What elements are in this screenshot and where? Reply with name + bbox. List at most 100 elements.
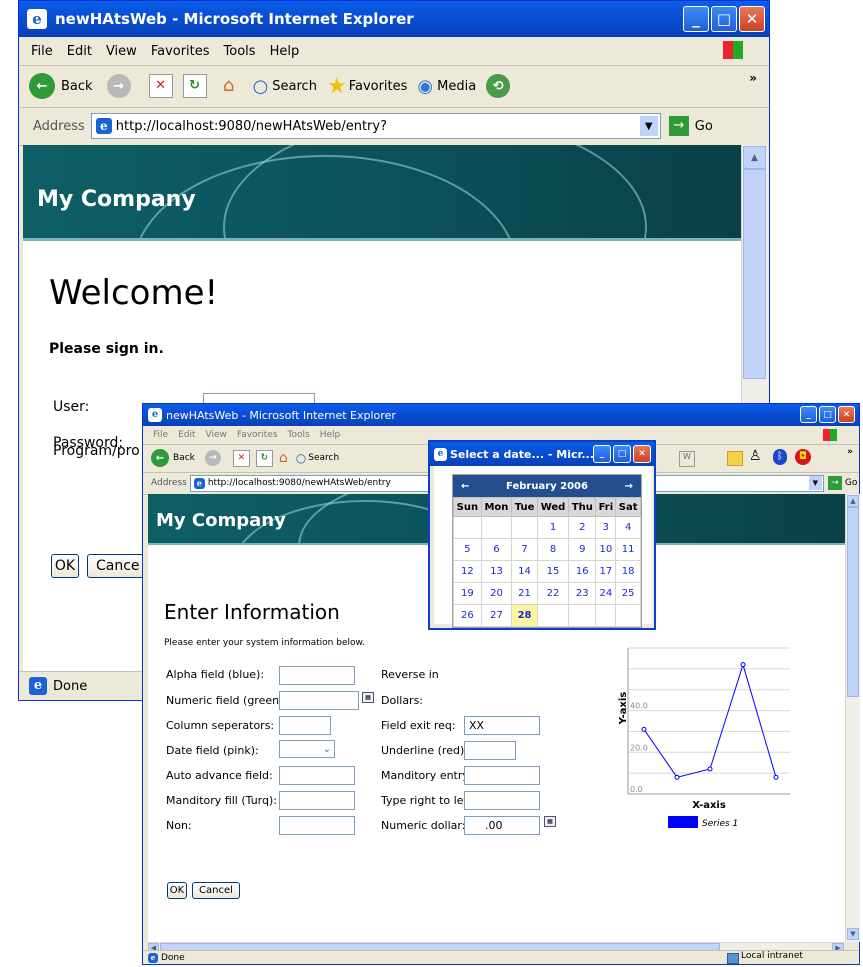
search-button[interactable]: Search bbox=[308, 453, 339, 463]
calendar-day[interactable]: 23 bbox=[568, 582, 597, 605]
minimize-button[interactable]: _ bbox=[593, 445, 611, 463]
calendar-day[interactable]: 8 bbox=[536, 538, 570, 561]
close-button[interactable]: ✕ bbox=[633, 445, 651, 463]
calendar-day[interactable]: 15 bbox=[536, 560, 570, 583]
refresh-icon[interactable]: ↻ bbox=[255, 449, 273, 467]
stop-icon[interactable]: ✕ bbox=[232, 449, 250, 467]
calendar-day[interactable]: 6 bbox=[480, 538, 513, 561]
scroll-thumb[interactable] bbox=[743, 169, 766, 379]
calendar-day[interactable]: 1 bbox=[536, 516, 570, 539]
field-exit-input[interactable]: XX bbox=[464, 716, 540, 735]
menu-tools[interactable]: Tools bbox=[288, 430, 310, 440]
calendar-day[interactable]: 12 bbox=[453, 560, 482, 583]
window-titlebar[interactable]: e newHAtsWeb - Microsoft Internet Explor… bbox=[143, 404, 859, 426]
menu-edit[interactable]: Edit bbox=[67, 44, 92, 59]
prev-month-button[interactable]: ← bbox=[461, 481, 469, 492]
scroll-down-button[interactable]: ▼ bbox=[847, 928, 859, 940]
ok-button[interactable]: OK bbox=[51, 554, 79, 578]
calendar-day[interactable]: 11 bbox=[615, 538, 641, 561]
calendar-day[interactable]: 27 bbox=[480, 604, 513, 627]
address-dropdown-icon[interactable]: ▼ bbox=[808, 476, 822, 490]
minimize-button[interactable]: _ bbox=[683, 6, 709, 32]
refresh-icon[interactable]: ↻ bbox=[182, 74, 207, 98]
calculator-icon[interactable]: ▦ bbox=[362, 692, 374, 703]
menu-edit[interactable]: Edit bbox=[178, 430, 195, 440]
go-button[interactable]: Go bbox=[845, 478, 857, 488]
calendar-day[interactable]: 16 bbox=[568, 560, 597, 583]
auto-advance-input[interactable] bbox=[279, 766, 355, 785]
calendar-day[interactable]: 7 bbox=[511, 538, 538, 561]
calendar-day[interactable]: 3 bbox=[595, 516, 617, 539]
toolbar-overflow-icon[interactable]: » bbox=[847, 447, 853, 457]
back-arrow-icon[interactable]: ← bbox=[29, 73, 55, 99]
calendar-day[interactable]: 19 bbox=[453, 582, 482, 605]
calendar-day[interactable]: 21 bbox=[511, 582, 538, 605]
column-separators-input[interactable] bbox=[279, 716, 331, 735]
calendar-day[interactable]: 2 bbox=[568, 516, 597, 539]
calendar-day[interactable]: 24 bbox=[595, 582, 617, 605]
mandatory-entry-input[interactable] bbox=[464, 766, 540, 785]
go-arrow-icon[interactable]: → bbox=[827, 476, 842, 490]
calendar-day[interactable]: 5 bbox=[453, 538, 482, 561]
window-titlebar[interactable]: e newHAtsWeb - Microsoft Internet Explor… bbox=[19, 1, 769, 37]
go-arrow-icon[interactable]: → bbox=[668, 116, 689, 136]
address-dropdown-icon[interactable]: ▼ bbox=[639, 116, 658, 136]
go-button[interactable]: Go bbox=[695, 119, 713, 134]
search-icon[interactable]: ○ bbox=[296, 451, 306, 465]
messenger-icon[interactable]: ♙ bbox=[749, 448, 762, 464]
bluetooth-icon[interactable]: ᛒ bbox=[773, 449, 787, 465]
menu-help[interactable]: Help bbox=[270, 44, 300, 59]
forward-arrow-icon[interactable]: → bbox=[204, 450, 221, 466]
cancel-button[interactable]: Cancel bbox=[192, 882, 240, 899]
menu-file[interactable]: File bbox=[31, 44, 53, 59]
media-button[interactable]: Media bbox=[437, 79, 476, 94]
scroll-up-button[interactable]: ▲ bbox=[847, 495, 859, 507]
address-input[interactable]: e http://localhost:9080/newHAtsWeb/entry… bbox=[90, 113, 661, 139]
mandatory-fill-input[interactable] bbox=[279, 791, 355, 810]
scroll-up-button[interactable]: ▲ bbox=[743, 146, 766, 169]
maximize-button[interactable]: □ bbox=[819, 406, 836, 423]
menu-tools[interactable]: Tools bbox=[224, 44, 256, 59]
favorites-star-icon[interactable]: ★ bbox=[327, 74, 347, 99]
menu-view[interactable]: View bbox=[206, 430, 227, 440]
date-picker-titlebar[interactable]: e Select a date... - Micr... _ □ ✕ bbox=[430, 442, 654, 466]
close-button[interactable]: ✕ bbox=[838, 406, 855, 423]
vertical-scrollbar[interactable]: ▲ ▼ bbox=[845, 494, 860, 942]
non-input[interactable] bbox=[279, 816, 355, 835]
back-arrow-icon[interactable]: ← bbox=[151, 449, 169, 467]
menu-favorites[interactable]: Favorites bbox=[151, 44, 210, 59]
search-icon[interactable]: ○ bbox=[253, 76, 269, 97]
calendar-day[interactable]: 20 bbox=[480, 582, 513, 605]
maximize-button[interactable]: □ bbox=[613, 445, 631, 463]
calendar-day[interactable]: 26 bbox=[453, 604, 482, 627]
scroll-thumb[interactable] bbox=[847, 507, 859, 697]
maximize-button[interactable]: □ bbox=[711, 6, 737, 32]
forward-arrow-icon[interactable]: → bbox=[106, 74, 131, 98]
favorites-button[interactable]: Favorites bbox=[349, 79, 408, 94]
calendar-day[interactable]: 17 bbox=[595, 560, 617, 583]
underline-input[interactable] bbox=[464, 741, 516, 760]
menu-favorites[interactable]: Favorites bbox=[237, 430, 278, 440]
calendar-day[interactable]: 18 bbox=[615, 560, 641, 583]
home-icon[interactable]: ⌂ bbox=[279, 450, 288, 466]
word-icon[interactable]: W bbox=[679, 451, 695, 467]
home-icon[interactable]: ⌂ bbox=[217, 75, 241, 97]
media-icon[interactable]: ◉ bbox=[417, 76, 433, 97]
toolbar-overflow-icon[interactable]: » bbox=[749, 71, 757, 85]
back-button[interactable]: Back bbox=[61, 79, 93, 94]
folder-icon[interactable] bbox=[727, 451, 743, 466]
right-to-left-input[interactable] bbox=[464, 791, 540, 810]
next-month-button[interactable]: → bbox=[625, 481, 633, 492]
menu-help[interactable]: Help bbox=[320, 430, 341, 440]
calculator-icon[interactable]: ▦ bbox=[544, 816, 556, 827]
calendar-day[interactable]: 22 bbox=[536, 582, 570, 605]
numeric-field-input[interactable] bbox=[279, 691, 359, 710]
calendar-day[interactable]: 9 bbox=[568, 538, 597, 561]
toolbar-app-icon[interactable]: ◘ bbox=[795, 449, 811, 465]
menu-file[interactable]: File bbox=[153, 430, 168, 440]
date-field-select[interactable]: ⌄ bbox=[279, 740, 335, 758]
calendar-day[interactable]: 10 bbox=[595, 538, 617, 561]
alpha-field-input[interactable] bbox=[279, 666, 355, 685]
search-button[interactable]: Search bbox=[272, 79, 317, 94]
back-button[interactable]: Back bbox=[173, 453, 195, 463]
